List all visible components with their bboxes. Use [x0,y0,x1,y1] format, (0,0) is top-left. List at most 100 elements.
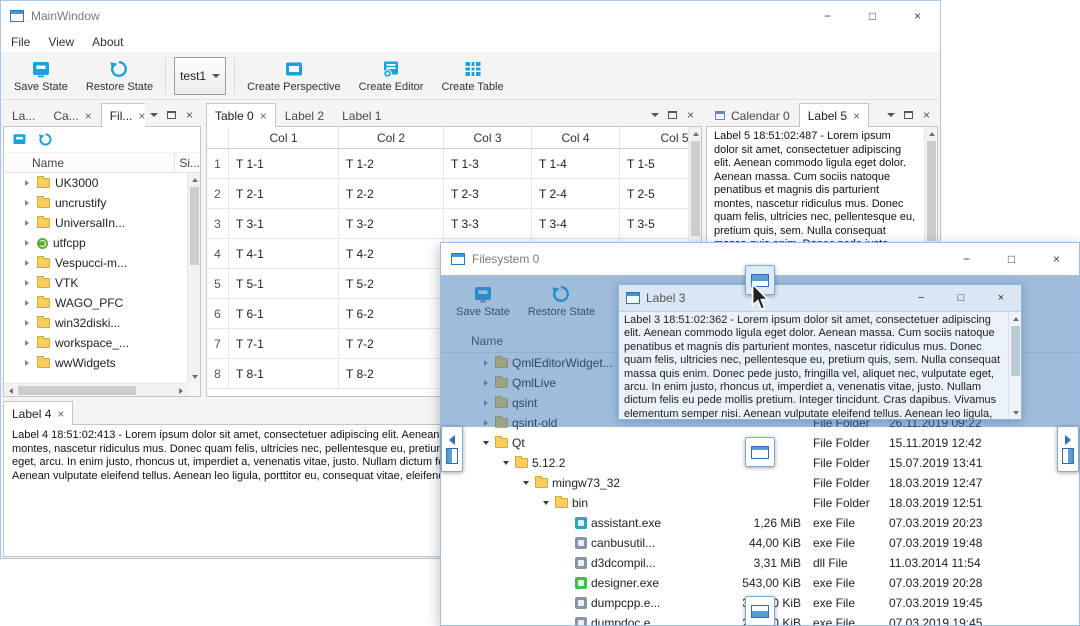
tabs-menu-icon[interactable] [646,106,663,124]
tab-label-4[interactable]: Label 4 × [3,401,74,425]
tab-close-icon[interactable]: × [57,408,64,420]
tree-item-mingw73-32[interactable]: mingw73_32 File Folder 18.03.2019 12:47 [441,473,1079,493]
column-header-col-3[interactable]: Col 3 [444,127,532,148]
table-cell[interactable]: T 8-1 [229,359,339,388]
menu-item-view[interactable]: View [39,33,83,51]
mini-restore-state-button[interactable] [33,129,57,151]
expand-chevron-icon[interactable] [22,278,32,288]
expand-chevron-icon[interactable] [22,218,32,228]
expand-chevron-icon[interactable] [22,258,32,268]
left-tree-vertical-scrollbar[interactable] [187,173,200,383]
column-header-col-4[interactable]: Col 4 [532,127,620,148]
scrollbar-thumb[interactable] [927,141,936,241]
tab-close-icon[interactable]: × [853,110,860,122]
tree-item-vtk[interactable]: VTK [4,273,187,293]
create-table-button[interactable]: Create Table [432,57,512,95]
table-cell[interactable]: T 8-2 [339,359,444,388]
table-cell[interactable]: T 1-2 [339,149,444,178]
maximize-button[interactable]: □ [941,285,981,311]
scrollbar-thumb[interactable] [18,386,136,395]
table-cell[interactable]: T 2-4 [532,179,620,208]
fs-restore-state-button[interactable]: Restore State [519,282,604,320]
minimize-button[interactable]: − [901,285,941,311]
table-cell[interactable]: T 4-2 [339,239,444,268]
expand-chevron-icon[interactable] [22,178,32,188]
fs-save-state-button[interactable]: Save State [447,282,519,320]
tree-item-utfcpp[interactable]: utfcpp [4,233,187,253]
table-cell[interactable]: T 6-1 [229,299,339,328]
table-cell[interactable]: T 7-2 [339,329,444,358]
table-cell[interactable]: T 3-2 [339,209,444,238]
close-dock-icon[interactable]: × [181,106,198,124]
table-cell[interactable]: T 2-3 [444,179,532,208]
expand-chevron-icon[interactable] [22,358,32,368]
create-perspective-button[interactable]: Create Perspective [238,57,350,95]
minimize-button[interactable]: − [944,243,989,275]
close-button[interactable]: × [981,285,1021,311]
column-header-name[interactable]: Name [4,153,176,172]
combo-dropdown-icon[interactable] [212,74,221,78]
table-cell[interactable]: T 1-5 [620,149,688,178]
tree-item-universalin[interactable]: UniversalIn... [4,213,187,233]
create-editor-button[interactable]: Create Editor [350,57,433,95]
tab-table-0[interactable]: Table 0 × [206,103,276,127]
table-cell[interactable]: T 3-5 [620,209,688,238]
tab-ca[interactable]: Ca... × [44,103,100,127]
expand-chevron-icon[interactable] [22,318,32,328]
scroll-down-icon[interactable] [188,370,200,383]
menu-item-about[interactable]: About [83,33,132,51]
expand-chevron-icon[interactable] [22,298,32,308]
maximize-button[interactable]: □ [850,1,895,31]
table-cell[interactable]: T 4-1 [229,239,339,268]
table-cell[interactable]: T 5-2 [339,269,444,298]
tab-label-5[interactable]: Label 5 × [798,103,870,127]
tree-item-assistant-exe[interactable]: assistant.exe 1,26 MiB exe File 07.03.2019 … [441,513,1079,533]
restore-state-button[interactable]: Restore State [77,57,162,95]
table-cell[interactable]: T 3-1 [229,209,339,238]
scroll-left-icon[interactable] [4,384,17,396]
mini-save-state-button[interactable] [7,129,31,151]
tree-item-wago-pfc[interactable]: WAGO_PFC [4,293,187,313]
tree-item-d3dcompil[interactable]: d3dcompil... 3,31 MiB dll File 11.03.2014 1… [441,553,1079,573]
expand-chevron-icon[interactable] [541,498,551,508]
close-dock-icon[interactable]: × [918,106,935,124]
expand-chevron-icon[interactable] [481,398,491,408]
expand-chevron-icon[interactable] [481,358,491,368]
table-cell[interactable]: T 7-1 [229,329,339,358]
column-header-col-1[interactable]: Col 1 [229,127,339,148]
expand-chevron-icon[interactable] [501,458,511,468]
drop-indicator-center[interactable] [745,437,775,467]
undock-icon[interactable] [900,106,917,124]
scroll-up-icon[interactable] [689,127,701,140]
tree-item-workspace[interactable]: workspace_... [4,333,187,353]
minimize-button[interactable]: − [805,1,850,31]
tab-label-2[interactable]: Label 2 [276,103,333,127]
table-cell[interactable]: T 2-5 [620,179,688,208]
tree-item-wwwidgets[interactable]: wwWidgets [4,353,187,373]
table-cell[interactable]: T 3-3 [444,209,532,238]
column-header-size[interactable]: Si... [175,153,200,172]
tree-item-canbusutil[interactable]: canbusutil... 44,00 KiB exe File 07.03.2019… [441,533,1079,553]
tree-item-vespucci-m[interactable]: Vespucci-m... [4,253,187,273]
tab-la[interactable]: La... [3,103,44,127]
menu-item-file[interactable]: File [2,33,39,51]
scrollbar-thumb[interactable] [190,187,199,265]
close-button[interactable]: × [895,1,940,31]
drop-indicator-left[interactable] [441,426,463,472]
expand-chevron-icon[interactable] [22,338,32,348]
tab-close-icon[interactable]: × [260,110,267,122]
column-header-col-2[interactable]: Col 2 [339,127,444,148]
table-cell[interactable]: T 2-2 [339,179,444,208]
expand-chevron-icon[interactable] [521,478,531,488]
table-cell[interactable]: T 3-4 [532,209,620,238]
tree-item-bin[interactable]: bin File Folder 18.03.2019 12:51 [441,493,1079,513]
left-tree-horizontal-scrollbar[interactable] [4,383,187,396]
tab-close-icon[interactable]: × [85,110,92,122]
drop-indicator-right[interactable] [1057,426,1079,472]
tab-calendar-0[interactable]: Calendar 0 [706,103,799,127]
expand-chevron-icon[interactable] [22,198,32,208]
undock-icon[interactable] [664,106,681,124]
tab-fil[interactable]: Fil... × [100,103,145,127]
tab-close-icon[interactable]: × [138,110,145,122]
expand-chevron-icon[interactable] [481,378,491,388]
